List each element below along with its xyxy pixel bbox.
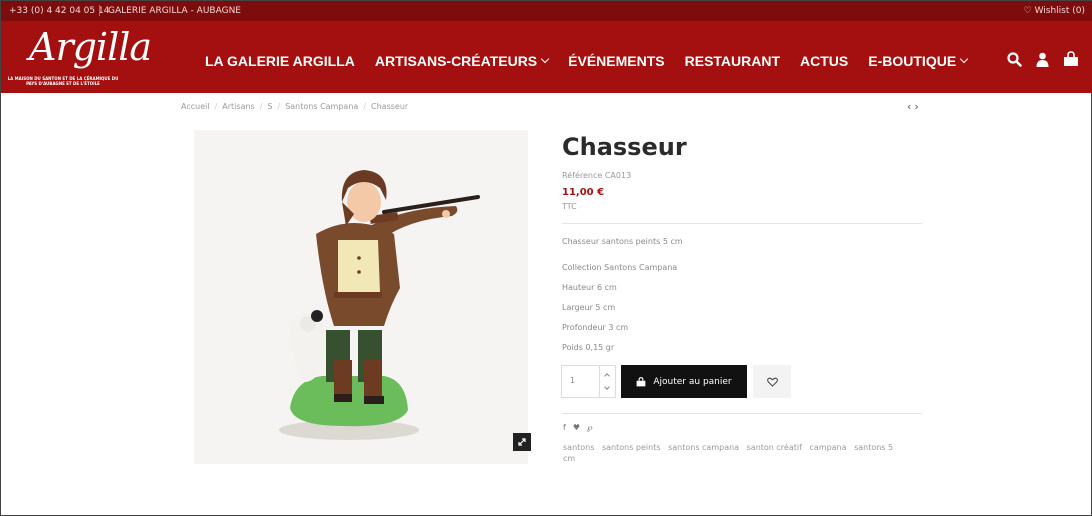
product-detail: Poids 0,15 gr xyxy=(562,343,615,352)
divider xyxy=(562,413,922,414)
breadcrumb-artisans[interactable]: Artisans xyxy=(222,102,254,111)
heart-icon: ♡ xyxy=(1023,6,1032,16)
add-to-cart-label: Ajouter au panier xyxy=(653,376,732,387)
search-icon[interactable] xyxy=(1007,51,1022,67)
logo[interactable]: Argilla LA MAISON DU SANTON ET DE LA CÉR… xyxy=(7,25,152,91)
chevron-left-icon[interactable]: ‹ xyxy=(907,100,911,113)
add-to-cart-button[interactable]: Ajouter au panier xyxy=(621,365,747,398)
nav-label: ARTISANS-CRÉATEURS xyxy=(374,53,538,69)
product-detail: Hauteur 6 cm xyxy=(562,283,617,292)
heart-icon xyxy=(766,377,778,387)
header-icons xyxy=(1007,51,1079,67)
twitter-icon[interactable]: ♥ xyxy=(573,423,580,432)
phone-number[interactable]: +33 (0) 4 42 04 05 14 xyxy=(9,6,109,16)
nav-item-actus[interactable]: ACTUS xyxy=(800,53,848,69)
product-image[interactable] xyxy=(194,130,528,464)
product-price: 11,00 € xyxy=(562,187,605,198)
tag-link[interactable]: campana xyxy=(809,443,846,452)
breadcrumb-s[interactable]: S xyxy=(267,102,272,111)
nav-item-artisans[interactable]: ARTISANS-CRÉATEURS xyxy=(374,53,550,69)
pinterest-icon[interactable]: ℘ xyxy=(587,423,593,432)
quantity-stepper: 1 xyxy=(561,365,616,398)
nav-item-restaurant[interactable]: RESTAURANT xyxy=(685,53,780,69)
user-icon[interactable] xyxy=(1036,52,1049,67)
tax-label: TTC xyxy=(562,202,577,211)
expand-icon xyxy=(518,438,526,446)
nav-label: E-BOUTIQUE xyxy=(868,53,957,69)
nav-item-evenements[interactable]: ÉVÉNEMENTS xyxy=(568,53,664,69)
nav-label: ÉVÉNEMENTS xyxy=(568,53,665,69)
gallery-location: GALERIE ARGILLA - AUBAGNE xyxy=(108,6,241,16)
add-to-wishlist-button[interactable] xyxy=(753,365,791,398)
social-share: f ♥ ℘ xyxy=(563,423,593,432)
tag-link[interactable]: santons campana xyxy=(668,443,739,452)
shopping-bag-icon xyxy=(637,376,646,386)
breadcrumb-home[interactable]: Accueil xyxy=(181,102,210,111)
product-pager: ‹ › xyxy=(907,100,919,113)
breadcrumb-separator: / xyxy=(214,102,218,111)
top-bar: +33 (0) 4 42 04 05 14 GALERIE ARGILLA - … xyxy=(1,1,1092,21)
tag-link[interactable]: santons peints xyxy=(602,443,661,452)
expand-image-button[interactable] xyxy=(513,433,531,451)
decrement-icon[interactable] xyxy=(604,384,610,390)
divider xyxy=(562,223,922,224)
nav-label: RESTAURANT xyxy=(684,53,781,69)
increment-icon[interactable] xyxy=(604,373,610,379)
chevron-right-icon[interactable]: › xyxy=(914,100,918,113)
site-header: Argilla LA MAISON DU SANTON ET DE LA CÉR… xyxy=(1,21,1092,93)
product-tags: santons santons peints santons campana s… xyxy=(563,442,908,464)
logo-wordmark: Argilla xyxy=(29,25,152,69)
nav-label: ACTUS xyxy=(800,53,849,69)
breadcrumb-separator: / xyxy=(259,102,263,111)
breadcrumb-separator: / xyxy=(363,102,367,111)
breadcrumb-collection[interactable]: Santons Campana xyxy=(285,102,358,111)
chevron-down-icon xyxy=(540,54,550,64)
nav-label: LA GALERIE ARGILLA xyxy=(205,53,355,69)
shopping-bag-icon[interactable] xyxy=(1063,51,1079,67)
breadcrumb-separator: / xyxy=(277,102,281,111)
logo-tagline: LA MAISON DU SANTON ET DE LA CÉRAMIQUE D… xyxy=(7,76,119,86)
nav-item-eboutique[interactable]: E-BOUTIQUE xyxy=(868,53,969,69)
chevron-down-icon xyxy=(959,54,969,64)
quantity-input[interactable]: 1 xyxy=(570,376,575,385)
santon-figurine-image xyxy=(279,170,480,440)
product-reference: Référence CA013 xyxy=(562,171,632,180)
facebook-icon[interactable]: f xyxy=(563,423,566,432)
main-nav: LA GALERIE ARGILLA ARTISANS-CRÉATEURS ÉV… xyxy=(205,53,969,69)
product-detail: Collection Santons Campana xyxy=(562,263,678,272)
product-title: Chasseur xyxy=(562,133,687,161)
nav-item-galerie[interactable]: LA GALERIE ARGILLA xyxy=(205,53,355,69)
wishlist-link[interactable]: ♡ Wishlist (0) xyxy=(1024,6,1085,16)
product-detail: Profondeur 3 cm xyxy=(562,323,629,332)
tag-link[interactable]: santons xyxy=(563,443,594,452)
product-detail: Largeur 5 cm xyxy=(562,303,616,312)
tag-link[interactable]: santon créatif xyxy=(747,443,802,452)
divider xyxy=(99,5,100,16)
product-short-description: Chasseur santons peints 5 cm xyxy=(562,237,683,246)
quantity-arrows xyxy=(599,366,615,397)
breadcrumb-current: Chasseur xyxy=(371,102,409,111)
wishlist-label: Wishlist (0) xyxy=(1034,6,1085,16)
breadcrumb: Accueil / Artisans / S / Santons Campana / C… xyxy=(181,102,408,111)
